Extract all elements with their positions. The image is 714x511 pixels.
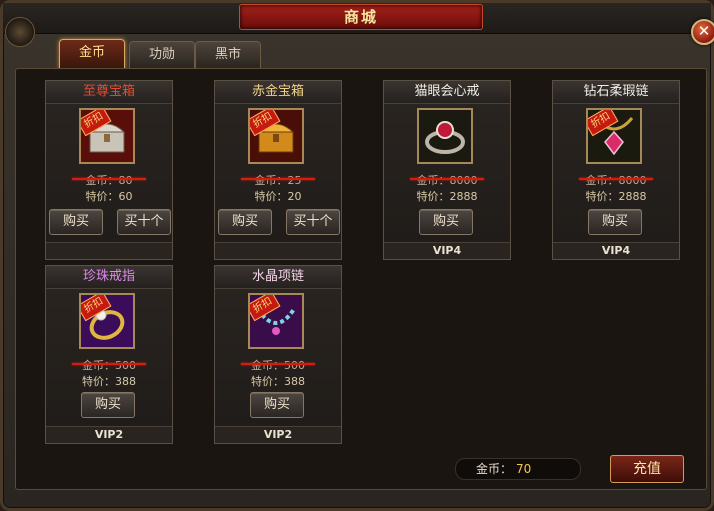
item-name: 水晶项链: [215, 266, 341, 289]
original-price-text: 金币：25: [254, 174, 302, 187]
shop-item-card: 至尊宝箱 折扣 金币：80 特价：60 购买 买十个: [45, 80, 173, 260]
gold-balance-label: 金币：: [476, 462, 513, 476]
item-icon-frame[interactable]: [417, 108, 473, 164]
vip-requirement: VIP2: [215, 426, 341, 443]
sale-price: 特价：2888: [585, 190, 647, 203]
sale-price: 特价：388: [82, 375, 136, 388]
buy-ten-button[interactable]: 买十个: [286, 209, 340, 235]
original-price: 金币：8000: [384, 172, 510, 188]
original-price: 金币：500: [46, 357, 172, 373]
buy-button[interactable]: 购买: [49, 209, 103, 235]
close-button[interactable]: ✕: [691, 19, 714, 45]
price-strikethrough: [72, 363, 146, 365]
item-name: 钻石柔瑕链: [553, 81, 679, 104]
shop-item-card: 赤金宝箱 折扣 金币：25 特价：20 购买 买十个: [214, 80, 342, 260]
sale-price: 特价：2888: [416, 190, 478, 203]
title-bar[interactable]: 商城: [3, 3, 711, 34]
price-strikethrough: [410, 178, 484, 180]
buy-button[interactable]: 购买: [218, 209, 272, 235]
original-price-text: 金币：500: [82, 359, 136, 372]
vip-requirement: VIP2: [46, 426, 172, 443]
price-strikethrough: [579, 178, 653, 180]
item-name: 至尊宝箱: [46, 81, 172, 104]
original-price: 金币：25: [215, 172, 341, 188]
buy-ten-button[interactable]: 买十个: [117, 209, 171, 235]
shop-item-card: 钻石柔瑕链 折扣 金币：8000 特价：2888 购买 VIP4: [552, 80, 680, 260]
buy-button[interactable]: 购买: [419, 209, 473, 235]
price-strikethrough: [72, 178, 146, 180]
original-price: 金币：500: [215, 357, 341, 373]
shop-window: 商城 ✕ 金币 功勋 黑市 至尊宝箱 折扣 金币：80 特价：60 购买 买十个…: [0, 0, 714, 511]
price-strikethrough: [241, 363, 315, 365]
buy-button[interactable]: 购买: [81, 392, 135, 418]
original-price: 金币：80: [46, 172, 172, 188]
item-icon-frame[interactable]: 折扣: [79, 293, 135, 349]
corner-ornament-left-icon: [5, 17, 35, 47]
buy-button[interactable]: 购买: [588, 209, 642, 235]
sale-price: 特价：20: [254, 190, 302, 203]
recharge-button[interactable]: 充值: [610, 455, 684, 483]
buy-button[interactable]: 购买: [250, 392, 304, 418]
ruby-ring-icon: [419, 110, 471, 162]
sale-price: 特价：388: [251, 375, 305, 388]
vip-requirement: VIP4: [384, 242, 510, 259]
vip-requirement: [215, 242, 341, 259]
vip-requirement: VIP4: [553, 242, 679, 259]
item-name: 珍珠戒指: [46, 266, 172, 289]
item-icon-frame[interactable]: 折扣: [248, 108, 304, 164]
shop-item-card: 珍珠戒指 折扣 金币：500 特价：388 购买 VIP2: [45, 265, 173, 444]
original-price: 金币：8000: [553, 172, 679, 188]
tab-black-market[interactable]: 黑市: [195, 41, 261, 68]
shop-item-card: 水晶项链 折扣 金币：500 特价：388 购买 VIP2: [214, 265, 342, 444]
original-price-text: 金币：8000: [416, 174, 478, 187]
item-name: 猫眼会心戒: [384, 81, 510, 104]
vip-requirement: [46, 242, 172, 259]
gold-balance: 金币： 70: [455, 458, 581, 480]
item-icon-frame[interactable]: 折扣: [79, 108, 135, 164]
sale-price: 特价：60: [85, 190, 133, 203]
window-title: 商城: [343, 8, 378, 26]
item-name: 赤金宝箱: [215, 81, 341, 104]
tab-gold[interactable]: 金币: [59, 39, 125, 69]
price-strikethrough: [241, 178, 315, 180]
original-price-text: 金币：80: [85, 174, 133, 187]
shop-item-card: 猫眼会心戒 金币：8000 特价：2888 购买 VIP4: [383, 80, 511, 260]
item-icon-frame[interactable]: 折扣: [586, 108, 642, 164]
title-plate: 商城: [239, 4, 483, 30]
gold-balance-value: 70: [516, 462, 532, 476]
item-icon-frame[interactable]: 折扣: [248, 293, 304, 349]
original-price-text: 金币：8000: [585, 174, 647, 187]
tab-merit[interactable]: 功勋: [129, 41, 195, 68]
original-price-text: 金币：500: [251, 359, 305, 372]
